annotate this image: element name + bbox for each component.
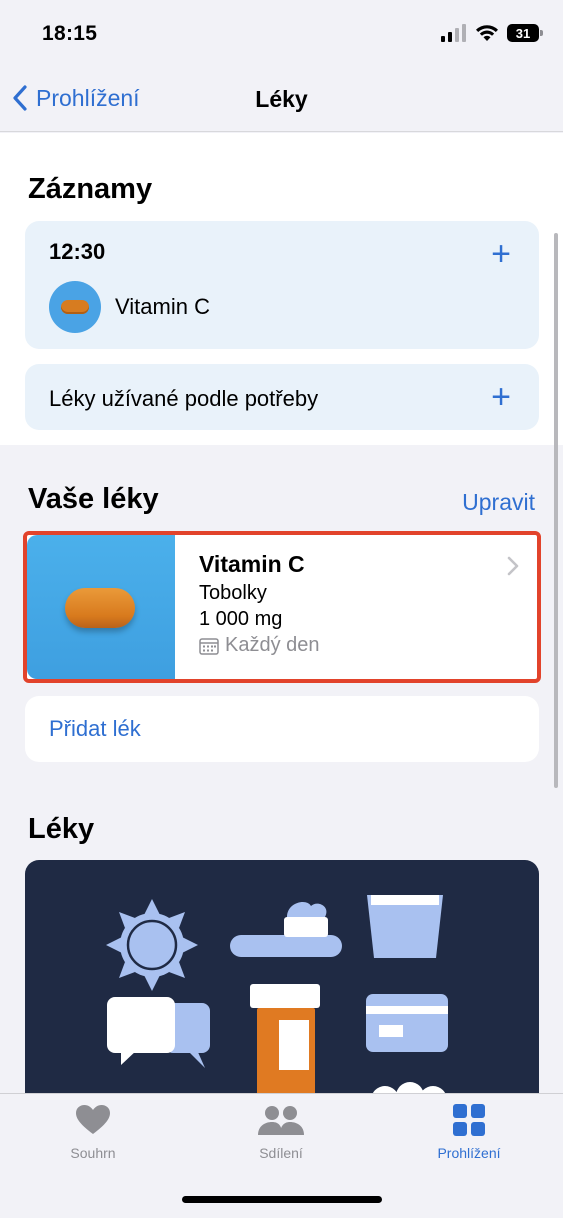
wifi-icon: [476, 25, 498, 41]
chat-bubbles-icon: [107, 997, 210, 1068]
glass-icon: [367, 895, 443, 958]
status-time: 18:15: [42, 22, 98, 45]
add-medication-label: Přidat lék: [49, 716, 141, 741]
as-needed-label: Léky užívané podle potřeby: [49, 386, 319, 411]
battery-indicator: 31: [507, 24, 543, 42]
add-medication-button[interactable]: Přidat lék: [25, 696, 539, 762]
tab-browse-label: Prohlížení: [437, 1145, 501, 1161]
medications-illustration[interactable]: [25, 860, 539, 1093]
status-icons: 31: [441, 24, 543, 42]
meds-section-title: Léky: [28, 813, 95, 845]
records-title: Záznamy: [28, 173, 153, 205]
med-avatar: [49, 281, 101, 333]
tab-sharing[interactable]: Sdílení: [211, 1104, 351, 1161]
chevron-right-icon: [507, 555, 519, 583]
heart-icon: [76, 1105, 110, 1134]
pill-icon: [61, 300, 89, 314]
pills-icon: [372, 1082, 446, 1093]
pill-bottle-icon: [250, 984, 320, 1093]
medication-dose: 1 000 mg: [199, 608, 283, 630]
card-icon: [366, 994, 448, 1052]
medication-info: Vitamin C Tobolky 1 000 mg Každý den: [199, 551, 320, 657]
medication-thumbnail: [27, 535, 175, 679]
as-needed-card[interactable]: Léky užívané podle potřeby +: [25, 364, 539, 430]
home-indicator[interactable]: [182, 1196, 382, 1203]
main-content[interactable]: Záznamy 12:30 + Vitamin C Léky užívané p…: [0, 133, 563, 1093]
your-meds-title: Vaše léky: [28, 483, 159, 515]
tab-summary[interactable]: Souhrn: [23, 1104, 163, 1161]
people-icon: [258, 1106, 304, 1135]
medication-name: Vitamin C: [199, 551, 305, 577]
medication-schedule: Každý den: [199, 634, 320, 657]
calendar-icon: [199, 637, 219, 655]
illustration-graphic: [106, 895, 448, 1093]
tab-summary-label: Souhrn: [70, 1145, 116, 1161]
sun-icon: [106, 899, 198, 991]
tab-browse[interactable]: Prohlížení: [399, 1104, 539, 1161]
toothbrush-icon: [230, 901, 342, 957]
capsule-icon: [65, 588, 135, 628]
medication-form: Tobolky: [199, 582, 267, 604]
edit-button[interactable]: Upravit: [462, 489, 535, 516]
page-title: Léky: [255, 86, 308, 112]
medication-card[interactable]: Vitamin C Tobolky 1 000 mg Každý den: [23, 531, 541, 683]
scheduled-med-name: Vitamin C: [115, 294, 210, 319]
scheduled-dose-card[interactable]: 12:30 + Vitamin C: [25, 221, 539, 349]
dose-time: 12:30: [49, 239, 106, 264]
add-dose-plus-icon[interactable]: +: [491, 237, 511, 271]
navigation-bar: Prohlížení Léky: [0, 70, 563, 132]
schedule-text: Každý den: [225, 634, 320, 656]
scheduled-med-row[interactable]: Vitamin C: [49, 281, 210, 333]
grid-icon: [453, 1104, 485, 1136]
scrollbar[interactable]: [554, 233, 558, 788]
cellular-signal-icon: [441, 24, 466, 42]
tab-sharing-label: Sdílení: [259, 1145, 303, 1161]
status-bar: 18:15 31: [0, 0, 563, 70]
add-as-needed-plus-icon[interactable]: +: [491, 380, 511, 414]
